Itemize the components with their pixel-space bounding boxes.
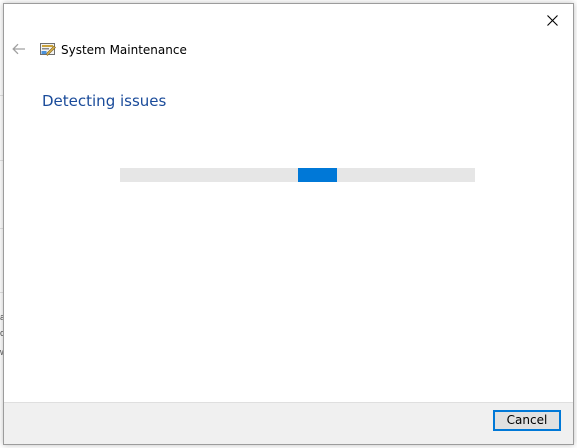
status-heading: Detecting issues	[42, 92, 167, 110]
dialog-footer: Cancel	[4, 402, 573, 444]
troubleshooter-dialog: System Maintenance Detecting issues Canc…	[3, 3, 574, 445]
cancel-button[interactable]: Cancel	[493, 410, 561, 431]
progress-bar	[120, 168, 475, 182]
back-arrow-icon	[12, 43, 25, 55]
close-icon	[546, 14, 558, 26]
system-maintenance-icon	[40, 43, 56, 56]
progress-segment	[297, 168, 337, 182]
back-button[interactable]	[9, 39, 29, 59]
close-button[interactable]	[537, 8, 567, 32]
window-title: System Maintenance	[61, 43, 187, 57]
